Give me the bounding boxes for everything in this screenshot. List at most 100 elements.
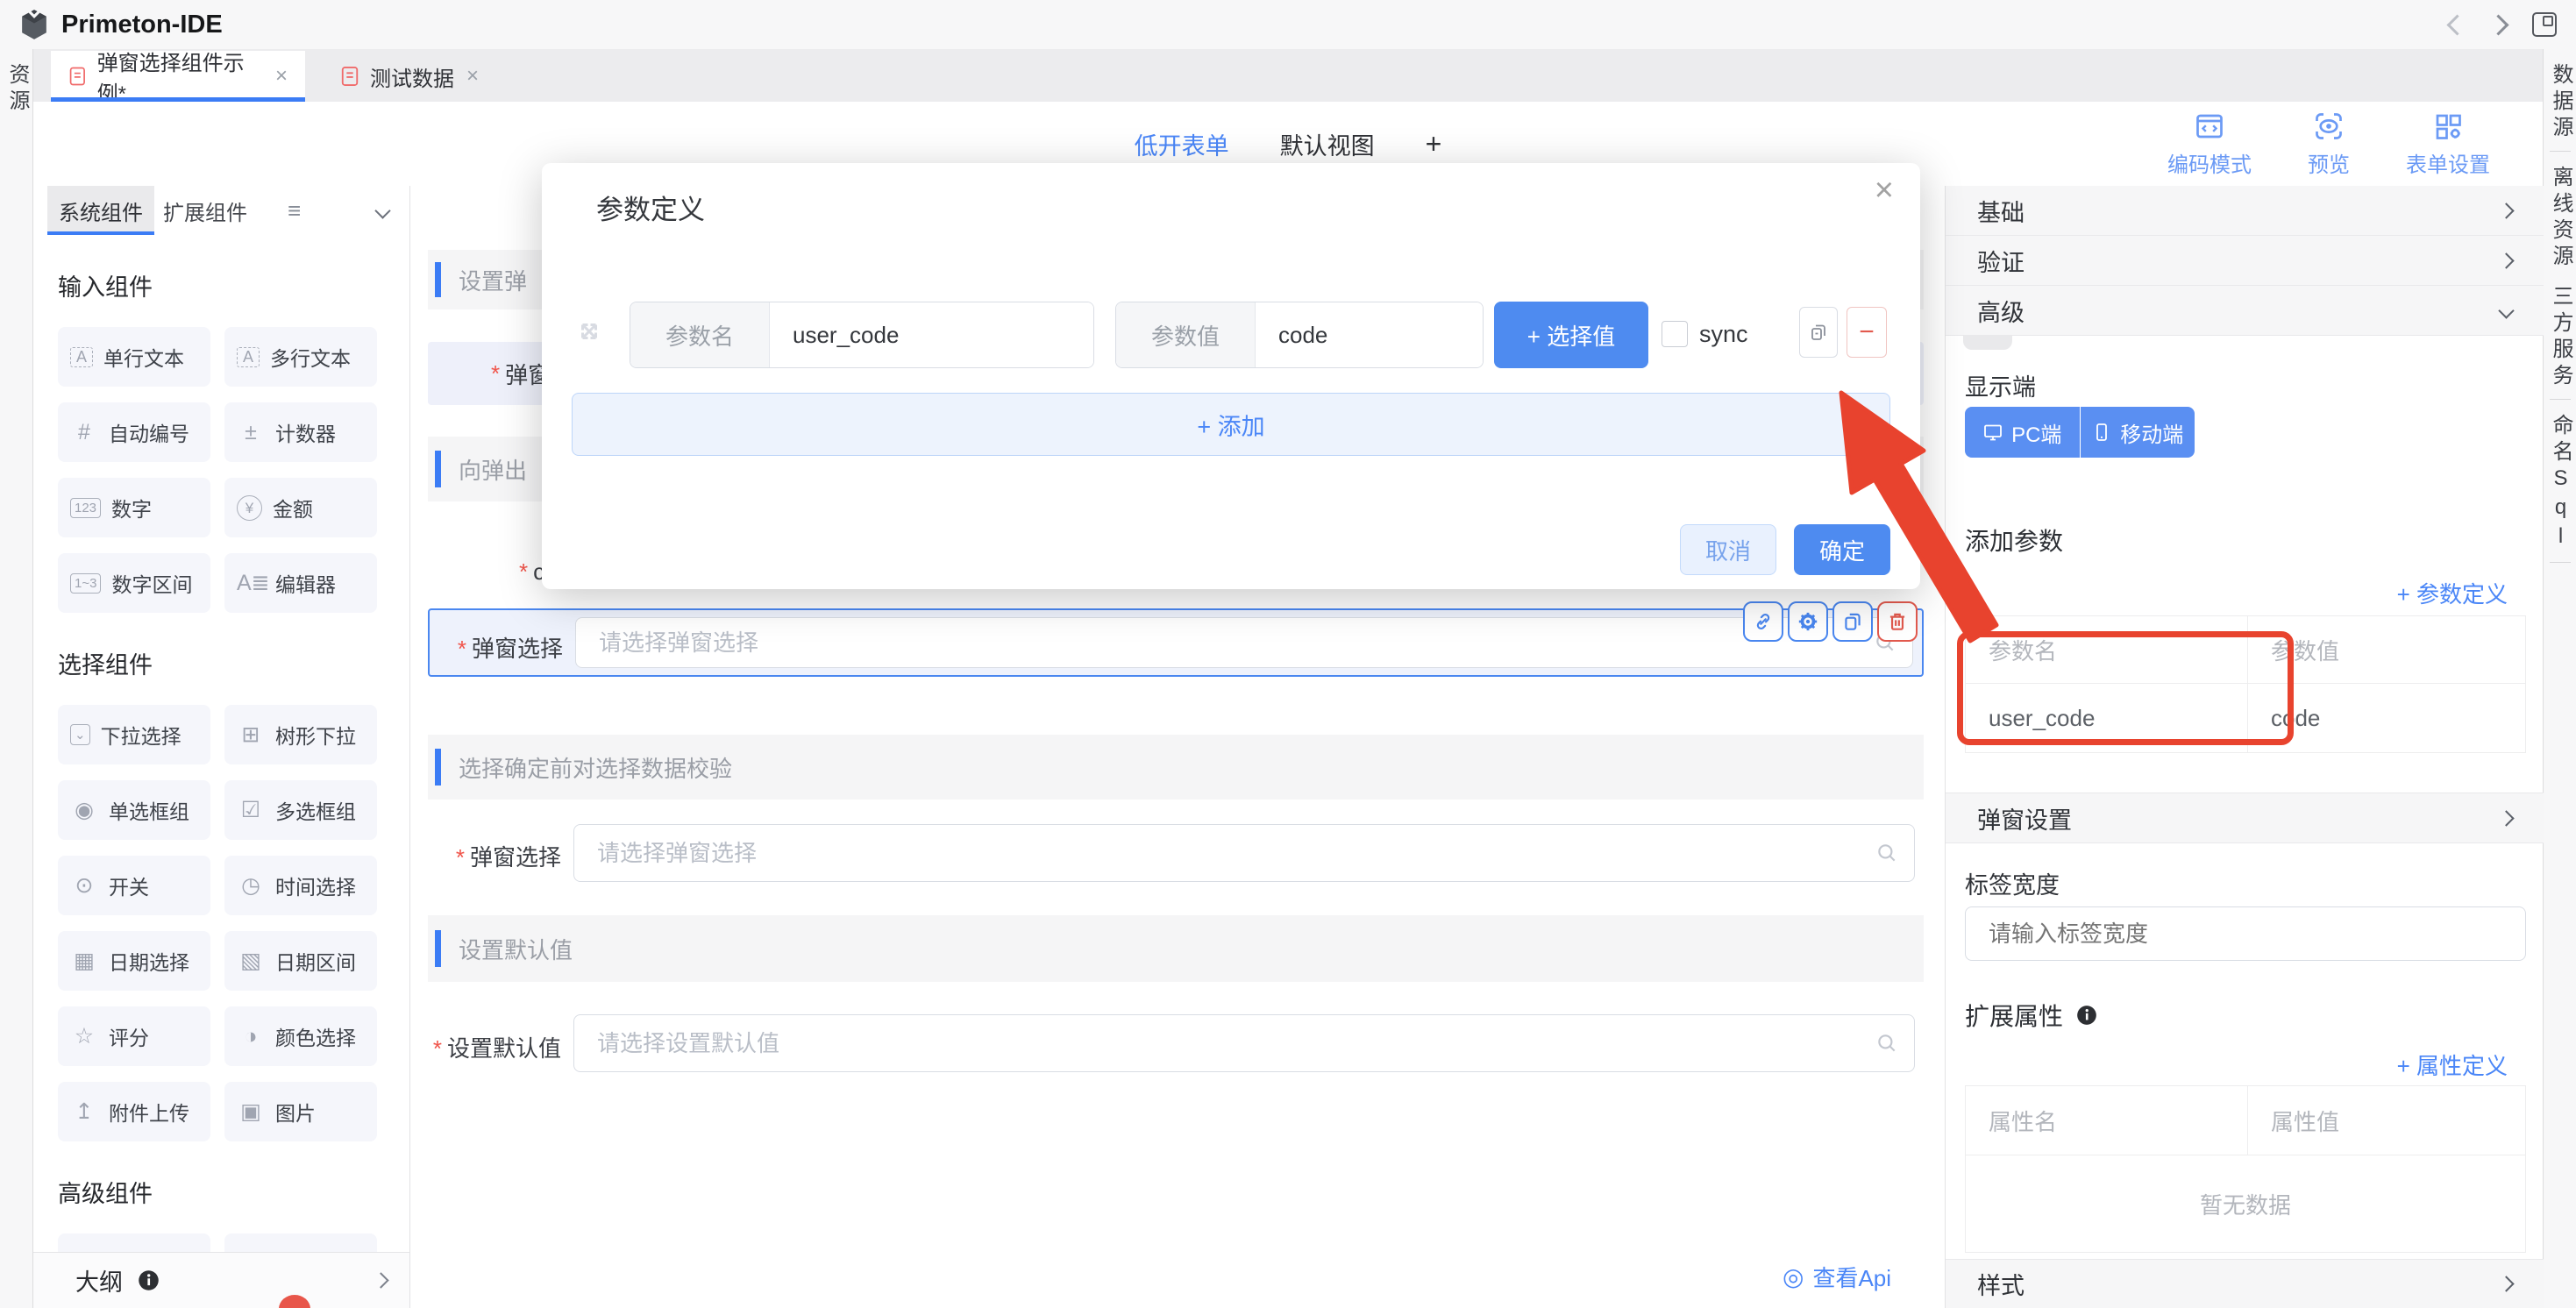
component-org-select[interactable]: ♙机构选择 (224, 1233, 377, 1252)
component-auto-number[interactable]: #自动编号 (58, 402, 210, 462)
tab-label: 系统组件 (59, 195, 143, 226)
section-header-validate: 选择确定前对选择数据校验 (428, 735, 1924, 800)
prop-value-header: 属性值 (2248, 1086, 2525, 1155)
component-single-line-text[interactable]: A单行文本 (58, 327, 210, 387)
popup-select-field[interactable] (597, 629, 1874, 658)
default-value-input[interactable] (573, 1014, 1915, 1072)
component-color-picker[interactable]: ◑颜色选择 (224, 1006, 377, 1066)
popup-select-input[interactable] (575, 617, 1913, 668)
component-date-picker[interactable]: ▦日期选择 (58, 931, 210, 991)
component-editor[interactable]: A≣编辑器 (224, 553, 377, 613)
component-tree-dropdown[interactable]: ⊞树形下拉 (224, 705, 377, 764)
field-label-wrap: *弹窗选择 (430, 631, 563, 664)
auto-number-icon: # (70, 420, 98, 445)
code-mode-button[interactable]: 编码模式 (2167, 110, 2252, 178)
link-icon (1752, 610, 1775, 633)
tab-close-icon[interactable]: × (275, 64, 288, 89)
cancel-button[interactable]: 取消 (1680, 524, 1776, 575)
outline-expand-icon[interactable] (373, 1272, 388, 1288)
component-counter[interactable]: ±计数器 (224, 402, 377, 462)
dialog-close-icon[interactable]: × (1875, 174, 1894, 207)
info-icon (2075, 1004, 2098, 1027)
outline-bar[interactable]: 大纲 (33, 1252, 410, 1308)
tab-test-data[interactable]: 测试数据 × (323, 51, 496, 102)
label-width-input[interactable] (1987, 920, 2525, 949)
accordion-validation[interactable]: 验证 (1946, 236, 2544, 286)
tab-low-code-form[interactable]: 低开表单 (1135, 127, 1229, 161)
component-radio-group[interactable]: ◉单选框组 (58, 780, 210, 840)
nav-forward-icon[interactable] (2487, 14, 2508, 35)
preview-label: 预览 (2308, 147, 2350, 178)
accordion-style[interactable]: 样式 (1946, 1259, 2544, 1308)
field-label: 弹窗选择 (470, 844, 561, 871)
file-tab-bar: 弹窗选择组件示例* × 测试数据 × (33, 49, 2543, 103)
tab-system-components[interactable]: 系统组件 (47, 186, 154, 235)
component-number-range[interactable]: 1~3数字区间 (58, 553, 210, 613)
window-restore-icon[interactable] (2532, 12, 2557, 37)
checkbox-group-icon: ☑ (237, 797, 265, 823)
component-number[interactable]: 123数字 (58, 478, 210, 537)
component-attachment-upload[interactable]: ↥附件上传 (58, 1082, 210, 1141)
sync-checkbox[interactable] (1662, 321, 1688, 347)
preview-eye-icon (2313, 110, 2345, 142)
component-rating[interactable]: ☆评分 (58, 1006, 210, 1066)
component-checkbox-group[interactable]: ☑多选框组 (224, 780, 377, 840)
primeton-ide-window: Primeton-IDE 资源 数据源 离线资源 三方服务 命名Sql 弹窗选择… (0, 0, 2576, 1308)
param-name-input[interactable] (770, 302, 1093, 367)
accordion-label: 样式 (1977, 1267, 2025, 1301)
add-param-row-button[interactable]: + 添加 (572, 393, 1890, 456)
component-date-range[interactable]: ▧日期区间 (224, 931, 377, 991)
accordion-popup-settings[interactable]: 弹窗设置 (1946, 793, 2544, 843)
component-dropdown-select[interactable]: ⌄下拉选择 (58, 705, 210, 764)
palette-collapse-icon[interactable] (374, 203, 390, 218)
add-view-button[interactable]: + (1426, 128, 1442, 160)
remove-row-button[interactable]: − (1847, 307, 1887, 358)
form-row-popup-select-selected[interactable]: *弹窗选择 (428, 608, 1924, 677)
dock-third-party-services[interactable]: 三方服务 (2544, 285, 2576, 390)
dock-resources[interactable]: 资源 (0, 63, 32, 116)
component-amount[interactable]: ¥金额 (224, 478, 377, 537)
accordion-basic[interactable]: 基础 (1946, 186, 2544, 236)
select-value-button[interactable]: + 选择值 (1494, 302, 1648, 368)
nav-back-icon[interactable] (2446, 14, 2467, 35)
palette-menu-icon[interactable]: ≡ (288, 197, 301, 224)
required-mark: * (491, 360, 500, 387)
component-person-select[interactable]: ○人员选择 (58, 1233, 210, 1252)
bind-link-button[interactable] (1743, 601, 1783, 642)
component-switch[interactable]: ⊙开关 (58, 856, 210, 915)
param-define-link[interactable]: + 参数定义 (2397, 577, 2508, 609)
tab-extension-components[interactable]: 扩展组件 (154, 186, 256, 235)
number-range-icon: 1~3 (70, 573, 101, 594)
chevron-down-icon (2498, 302, 2514, 318)
component-multi-line-text[interactable]: A多行文本 (224, 327, 377, 387)
form-settings-icon (2432, 110, 2464, 142)
component-time-picker[interactable]: ◷时间选择 (224, 856, 377, 915)
view-api-icon: ◎ (1783, 1262, 1804, 1291)
default-value-field[interactable] (595, 1029, 1875, 1058)
mobile-label: 移动端 (2120, 417, 2183, 448)
accordion-advanced[interactable]: 高级 (1946, 286, 2544, 336)
view-api-link[interactable]: ◎ 查看Api (1783, 1261, 1891, 1293)
tab-default-view[interactable]: 默认视图 (1280, 127, 1375, 161)
popup-select-field[interactable] (595, 839, 1875, 868)
required-mark: * (433, 1035, 442, 1062)
form-row-popup-select-2[interactable]: *弹窗选择 (428, 817, 1924, 889)
drag-handle-icon[interactable] (573, 316, 605, 347)
preview-button[interactable]: 预览 (2308, 110, 2350, 178)
popup-select-input[interactable] (573, 824, 1915, 882)
label-width-input-wrap (1965, 906, 2526, 961)
tab-popup-select-example[interactable]: 弹窗选择组件示例* × (51, 51, 305, 102)
form-row-default-value[interactable]: *设置默认值 (428, 1006, 1924, 1080)
mobile-target-button[interactable]: 移动端 (2081, 407, 2195, 458)
duplicate-row-button[interactable] (1799, 307, 1838, 358)
right-dock-strip: 数据源 离线资源 三方服务 命名Sql (2543, 49, 2576, 1308)
component-image[interactable]: ▣图片 (224, 1082, 377, 1141)
prop-define-link[interactable]: + 属性定义 (2397, 1049, 2508, 1081)
form-settings-button[interactable]: 表单设置 (2406, 110, 2490, 178)
left-dock-strip: 资源 (0, 49, 33, 1308)
param-value-input[interactable] (1256, 302, 1483, 367)
dock-datasource[interactable]: 数据源 (2544, 63, 2576, 142)
dock-offline-resources[interactable]: 离线资源 (2544, 166, 2576, 271)
tab-close-icon[interactable]: × (466, 64, 479, 89)
dock-named-sql[interactable]: 命名Sql (2544, 414, 2576, 553)
